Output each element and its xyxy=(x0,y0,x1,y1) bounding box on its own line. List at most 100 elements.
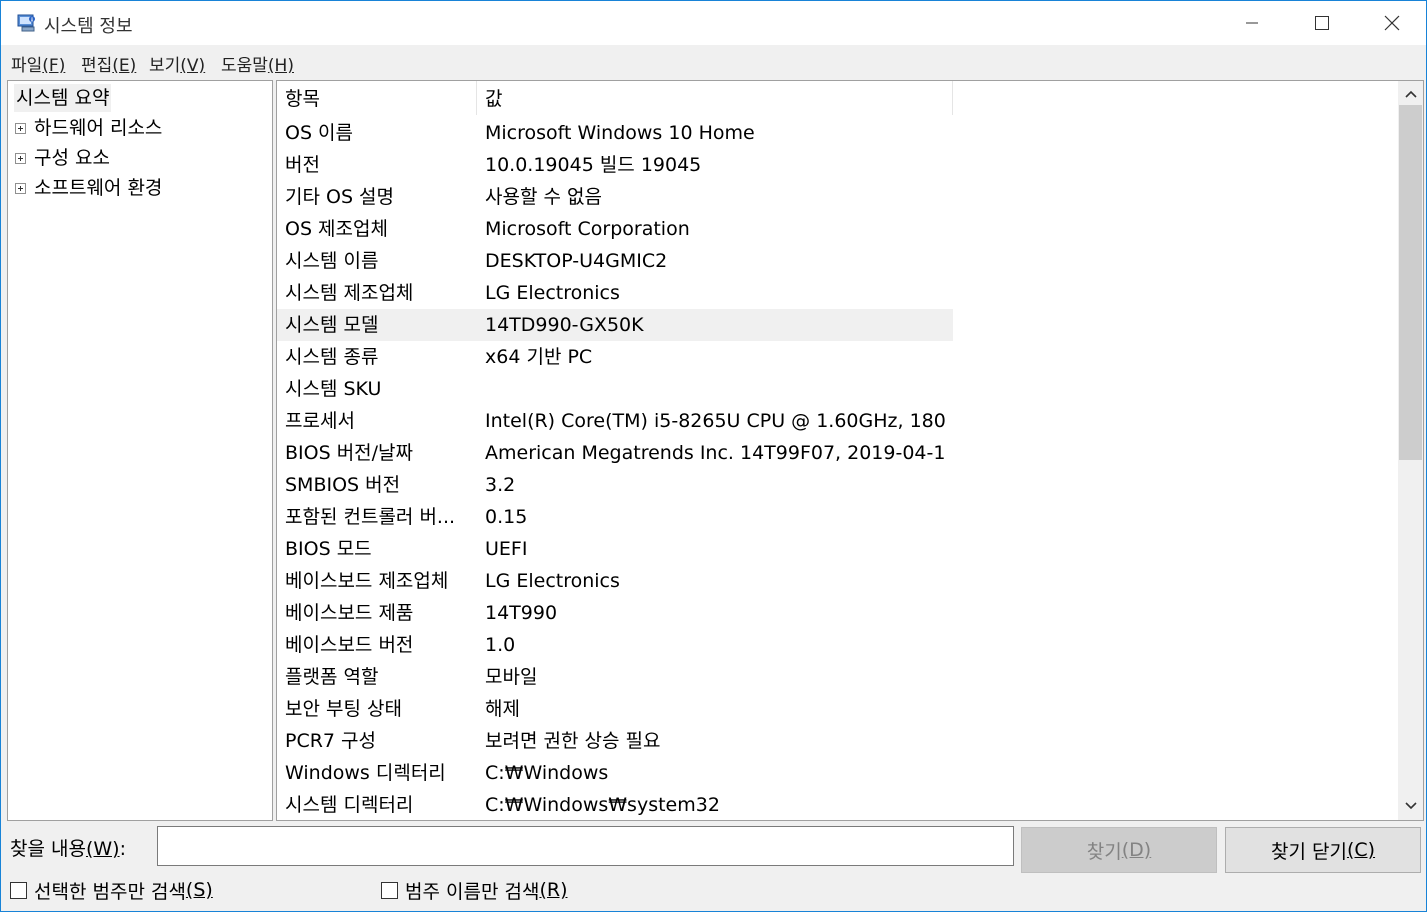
maximize-button[interactable] xyxy=(1287,1,1357,45)
table-row[interactable]: 베이스보드 제조업체 LG Electronics xyxy=(277,565,953,597)
maximize-icon xyxy=(1315,16,1329,30)
row-item-cell: 포함된 컨트롤러 버... xyxy=(285,506,456,528)
tree-item-system-summary[interactable]: 시스템 요약 xyxy=(14,84,112,112)
menu-help-label: 도움말 xyxy=(221,56,268,76)
row-item-cell: 시스템 SKU xyxy=(285,378,382,400)
table-row[interactable]: PCR7 구성 보려면 권한 상승 필요 xyxy=(277,725,953,757)
table-row[interactable]: 플랫폼 역할 모바일 xyxy=(277,661,953,693)
table-row[interactable]: BIOS 버전/날짜 American Megatrends Inc. 14T99… xyxy=(277,437,953,469)
table-row[interactable]: 기타 OS 설명 사용할 수 없음 xyxy=(277,181,953,213)
scrollbar-thumb[interactable] xyxy=(1399,105,1422,460)
table-row[interactable]: Windows 디렉터리 C:₩Windows xyxy=(277,757,953,789)
checkbox-label: 범주 이름만 검색 xyxy=(405,880,540,903)
table-row[interactable]: 베이스보드 버전 1.0 xyxy=(277,629,953,661)
tree-item-label: 구성 요소 xyxy=(34,147,110,169)
close-button[interactable] xyxy=(1357,1,1427,45)
close-find-button-label: 찾기 닫기 xyxy=(1270,840,1347,863)
checkbox-box[interactable] xyxy=(10,881,27,899)
tree-item-software-environment[interactable]: 소프트웨어 환경 xyxy=(8,174,268,202)
find-button-accel: (D) xyxy=(1121,839,1152,861)
checkbox-accel: (S) xyxy=(185,879,213,901)
row-value-cell: 0.15 xyxy=(485,506,528,528)
expand-icon[interactable] xyxy=(15,153,26,164)
menu-view-label: 보기 xyxy=(149,56,181,76)
table-row[interactable]: 시스템 이름 DESKTOP-U4GMIC2 xyxy=(277,245,953,277)
column-header-item[interactable]: 항목 xyxy=(277,81,477,115)
row-value-cell: 1.0 xyxy=(485,634,516,656)
table-row[interactable]: 포함된 컨트롤러 버... 0.15 xyxy=(277,501,953,533)
row-item-cell: OS 이름 xyxy=(285,122,354,144)
row-value-cell: 모바일 xyxy=(485,666,538,688)
row-item-cell: 플랫폼 역할 xyxy=(285,666,379,688)
row-value-cell: Microsoft Corporation xyxy=(485,218,690,240)
details-list[interactable]: 항목 값 OS 이름 Microsoft Windows 10 Home 버전 10.… xyxy=(276,80,1424,821)
menu-view[interactable]: 보기(V) xyxy=(149,51,205,76)
row-value-cell: x64 기반 PC xyxy=(485,346,593,368)
find-button-label: 찾기 xyxy=(1086,840,1122,863)
tree-item-components[interactable]: 구성 요소 xyxy=(8,144,268,172)
row-value-cell: Intel(R) Core(TM) i5-8265U CPU @ 1.60GHz… xyxy=(485,410,945,432)
row-item-cell: 프로세서 xyxy=(285,410,355,432)
system-info-window: 시스템 정보 파일(F) 편집(E) 보기(V) 도움말(H) 시스템 요약 하… xyxy=(0,0,1427,912)
table-row[interactable]: 베이스보드 제품 14T990 xyxy=(277,597,953,629)
menu-edit[interactable]: 편집(E) xyxy=(81,51,136,76)
table-row[interactable]: BIOS 모드 UEFI xyxy=(277,533,953,565)
table-row[interactable]: 시스템 모델 14TD990-GX50K xyxy=(277,309,953,341)
row-item-cell: BIOS 버전/날짜 xyxy=(285,442,414,464)
chevron-down-icon xyxy=(1404,802,1417,810)
scroll-down-button[interactable] xyxy=(1398,795,1423,817)
find-button[interactable]: 찾기 (D) xyxy=(1021,827,1217,873)
vertical-scrollbar[interactable] xyxy=(1398,81,1423,820)
menu-edit-accel: (E) xyxy=(112,56,137,76)
find-what-input[interactable] xyxy=(157,826,1014,866)
column-divider[interactable] xyxy=(952,81,953,115)
minimize-button[interactable] xyxy=(1217,1,1287,45)
close-find-button[interactable]: 찾기 닫기 (C) xyxy=(1225,827,1421,873)
search-category-names-checkbox[interactable]: 범주 이름만 검색 (R) xyxy=(381,877,567,903)
table-row[interactable]: OS 제조업체 Microsoft Corporation xyxy=(277,213,953,245)
column-header-value[interactable]: 값 xyxy=(477,81,953,115)
menu-file-label: 파일 xyxy=(11,56,43,76)
row-value-cell: C:₩Windows₩system32 xyxy=(485,794,720,816)
table-row[interactable]: 시스템 제조업체 LG Electronics xyxy=(277,277,953,309)
row-item-cell: 시스템 제조업체 xyxy=(285,282,414,304)
expand-icon[interactable] xyxy=(15,123,26,134)
row-item-cell: 베이스보드 버전 xyxy=(285,634,414,656)
menu-file[interactable]: 파일(F) xyxy=(11,51,65,76)
table-row[interactable]: 프로세서 Intel(R) Core(TM) i5-8265U CPU @ 1.6… xyxy=(277,405,953,437)
checkbox-label: 선택한 범주만 검색 xyxy=(34,880,186,903)
row-value-cell: DESKTOP-U4GMIC2 xyxy=(485,250,668,272)
title-bar[interactable]: 시스템 정보 xyxy=(1,1,1426,45)
row-value-cell: LG Electronics xyxy=(485,570,620,592)
table-row[interactable]: 시스템 디렉터리 C:₩Windows₩system32 xyxy=(277,789,953,820)
search-selected-category-checkbox[interactable]: 선택한 범주만 검색 (S) xyxy=(10,877,213,903)
checkbox-box[interactable] xyxy=(381,881,398,899)
row-value-cell: Microsoft Windows 10 Home xyxy=(485,122,755,144)
menu-help[interactable]: 도움말(H) xyxy=(221,51,294,76)
row-item-cell: PCR7 구성 xyxy=(285,730,377,752)
table-row[interactable]: 시스템 SKU xyxy=(277,373,953,405)
scroll-up-button[interactable] xyxy=(1398,83,1423,105)
row-value-cell: 14TD990-GX50K xyxy=(485,314,644,336)
tree-item-label: 하드웨어 리소스 xyxy=(34,117,163,139)
table-row[interactable]: OS 이름 Microsoft Windows 10 Home xyxy=(277,117,953,149)
row-value-cell: 해제 xyxy=(485,698,520,720)
find-what-colon: : xyxy=(119,838,126,860)
category-tree[interactable]: 시스템 요약 하드웨어 리소스 구성 요소 소프트웨어 환경 xyxy=(7,80,273,821)
row-item-cell: BIOS 모드 xyxy=(285,538,372,560)
row-item-cell: Windows 디렉터리 xyxy=(285,762,446,784)
table-row[interactable]: SMBIOS 버전 3.2 xyxy=(277,469,953,501)
table-row[interactable]: 시스템 종류 x64 기반 PC xyxy=(277,341,953,373)
row-item-cell: SMBIOS 버전 xyxy=(285,474,401,496)
row-item-cell: 시스템 종류 xyxy=(285,346,379,368)
row-item-cell: 베이스보드 제품 xyxy=(285,602,414,624)
tree-item-hardware-resources[interactable]: 하드웨어 리소스 xyxy=(8,114,268,142)
expand-icon[interactable] xyxy=(15,183,26,194)
table-row[interactable]: 보안 부팅 상태 해제 xyxy=(277,693,953,725)
table-row[interactable]: 버전 10.0.19045 빌드 19045 xyxy=(277,149,953,181)
row-value-cell: 사용할 수 없음 xyxy=(485,186,602,208)
menu-view-accel: (V) xyxy=(180,56,206,76)
system-info-icon xyxy=(17,14,35,32)
row-item-cell: 버전 xyxy=(285,154,320,176)
find-what-label: 찾을 내용(W): xyxy=(10,834,126,861)
